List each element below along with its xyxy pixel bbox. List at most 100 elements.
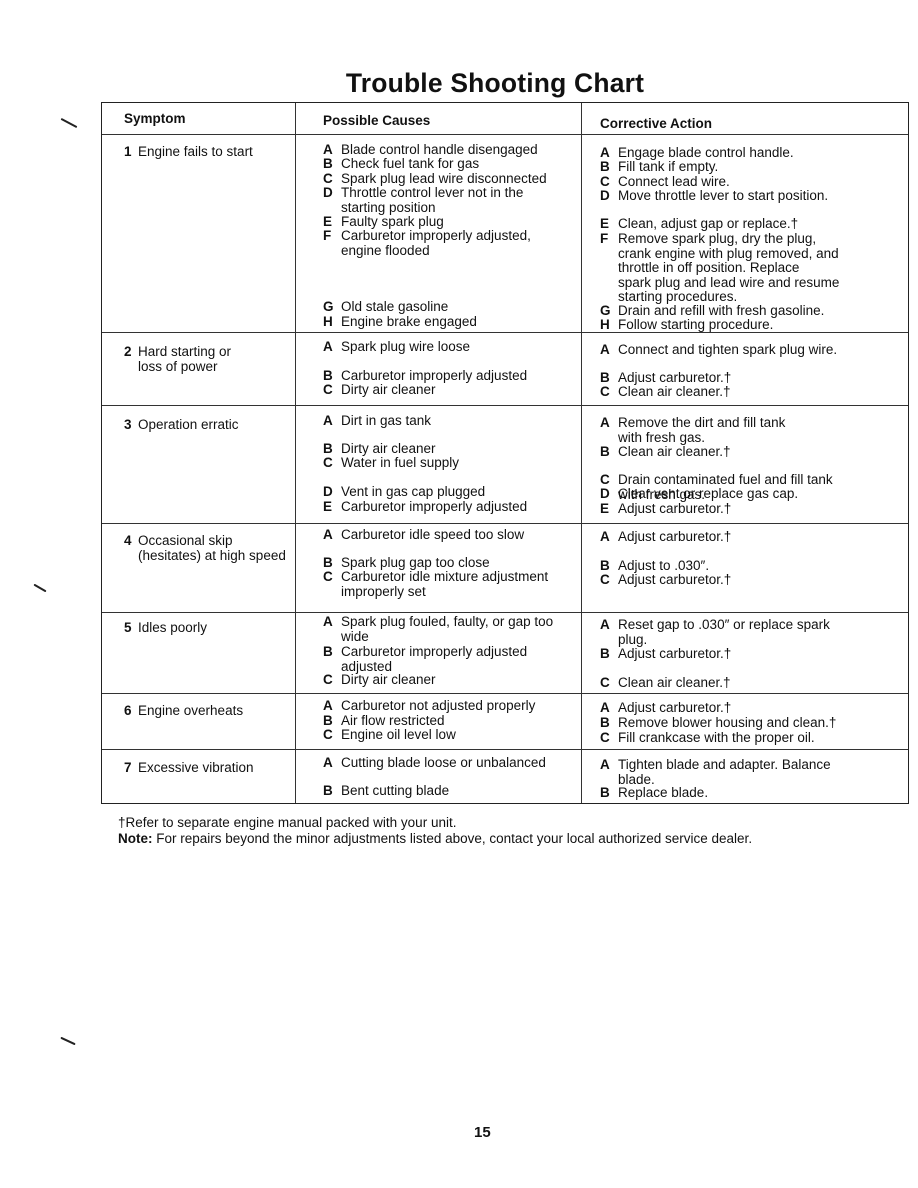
symptom-text: loss of power	[138, 359, 218, 374]
action-item: C Clean air cleaner.†	[600, 384, 731, 400]
item-letter: H	[323, 314, 333, 329]
symptom-cell: 1 Engine fails to start	[102, 135, 296, 332]
margin-mark	[60, 1036, 76, 1046]
trouble-shooting-table: Symptom Possible Causes Corrective Actio…	[101, 102, 909, 804]
item-letter: B	[323, 783, 333, 798]
item-text: Carburetor idle speed too slow	[341, 527, 525, 542]
symptom-cell: 2 Hard starting or loss of power	[102, 333, 296, 405]
item-text: Cutting blade loose or unbalanced	[341, 755, 546, 770]
item-letter: D	[600, 486, 610, 501]
item-text: Water in fuel supply	[341, 455, 460, 470]
cause-item: C Dirty air cleaner	[323, 382, 436, 398]
causes-cell: A Carburetor not adjusted properly B Air fl…	[296, 694, 582, 749]
table-row: 4 Occasional skip (hesitates) at high spee…	[102, 523, 908, 612]
symptom: 4 Occasional skip (hesitates) at high spee…	[124, 533, 286, 563]
item-letter: B	[323, 644, 333, 659]
action-item: A Adjust carburetor.†	[600, 529, 731, 545]
item-letter: E	[600, 501, 610, 516]
symptom-cell: 5 Idles poorly	[102, 613, 296, 693]
header-symptom: Symptom	[124, 111, 186, 126]
item-letter: A	[600, 342, 610, 357]
item-letter: B	[323, 156, 333, 171]
action-item: B Remove blower housing and clean.†	[600, 715, 837, 731]
actions-cell: A Remove the dirt and fill tank with fres…	[582, 406, 908, 523]
actions-cell: A Reset gap to .030″ or replace spark plu…	[582, 613, 908, 693]
item-letter: A	[600, 757, 610, 772]
margin-mark	[60, 117, 78, 129]
item-text: Carburetor improperly adjusted, engine f…	[341, 228, 531, 258]
symptom: 5 Idles poorly	[124, 620, 207, 635]
item-letter: C	[323, 569, 333, 584]
actions-cell: A Adjust carburetor.† B Remove blower housi…	[582, 694, 908, 749]
symptom-text: Operation erratic	[138, 417, 239, 432]
actions-cell: A Tighten blade and adapter. Balance blad…	[582, 750, 908, 803]
item-text: Dirty air cleaner	[341, 382, 436, 397]
cause-item: A Carburetor idle speed too slow	[323, 527, 525, 543]
table-row: 5 Idles poorly A Spark plug fouled, faulty,…	[102, 612, 908, 693]
header-corrective-action: Corrective Action	[600, 116, 713, 131]
action-item: C Clean air cleaner.†	[600, 675, 731, 691]
symptom-text: Hard starting or	[138, 344, 232, 359]
item-text: Carburetor improperly adjusted adjusted	[341, 644, 528, 674]
action-item: D Move throttle lever to start position.	[600, 188, 828, 204]
margin-mark	[33, 583, 47, 593]
action-item: D Clear vent or replace gas cap.	[600, 486, 798, 502]
cause-item: A Cutting blade loose or unbalanced	[323, 755, 546, 771]
symptom-number: 5	[124, 620, 132, 635]
symptom-number: 1	[124, 144, 132, 159]
note-label: Note:	[118, 831, 153, 846]
item-letter: C	[600, 730, 610, 745]
symptom-cell: 4 Occasional skip (hesitates) at high spee…	[102, 524, 296, 612]
item-letter: D	[323, 484, 333, 499]
action-item: B Adjust carburetor.†	[600, 646, 731, 662]
item-letter: A	[323, 755, 333, 770]
cause-item: E Carburetor improperly adjusted	[323, 499, 527, 515]
item-text: Fill crankcase with the proper oil.	[618, 730, 815, 745]
item-letter: A	[323, 698, 333, 713]
cause-item: B Carburetor improperly adjusted adjusted	[323, 644, 528, 674]
symptom: 3 Operation erratic	[124, 417, 239, 432]
item-letter: B	[600, 646, 610, 661]
dagger-footnote: †Refer to separate engine manual packed …	[118, 815, 457, 830]
cause-item: D Vent in gas cap plugged	[323, 484, 486, 500]
causes-cell: A Carburetor idle speed too slow B Spark pl…	[296, 524, 582, 612]
item-text: Old stale gasoline	[341, 299, 449, 314]
item-text: Remove blower housing and clean.†	[618, 715, 837, 730]
causes-cell: A Dirt in gas tank B Dirty air cleaner C Wate…	[296, 406, 582, 523]
item-letter: A	[323, 614, 333, 629]
page-number: 15	[474, 1124, 491, 1141]
causes-cell: A Cutting blade loose or unbalanced B Bent …	[296, 750, 582, 803]
causes-cell: A Blade control handle disengaged B Check f…	[296, 135, 582, 332]
action-item: A Remove the dirt and fill tank with fres…	[600, 415, 785, 445]
item-text: Vent in gas cap plugged	[341, 484, 486, 499]
item-letter: F	[600, 231, 609, 246]
causes-cell: A Spark plug fouled, faulty, or gap too w…	[296, 613, 582, 693]
symptom-cell: 3 Operation erratic	[102, 406, 296, 523]
item-letter: C	[323, 727, 333, 742]
symptom-number: 4	[124, 533, 132, 548]
action-item: A Connect and tighten spark plug wire.	[600, 342, 837, 358]
cause-item: C Engine oil level low	[323, 727, 456, 743]
item-text: Spark plug fouled, faulty, or gap too wi…	[341, 614, 554, 644]
item-letter: A	[323, 527, 333, 542]
header-cell-causes: Possible Causes	[296, 103, 582, 134]
item-text: Clean air cleaner.†	[618, 675, 731, 690]
cause-item: B Check fuel tank for gas	[323, 156, 479, 172]
item-letter: C	[600, 675, 610, 690]
action-item: H Follow starting procedure.	[600, 317, 774, 333]
action-item: E Adjust carburetor.†	[600, 501, 731, 517]
item-text: Reset gap to .030″ or replace spark plug…	[618, 617, 830, 647]
actions-cell: A Connect and tighten spark plug wire. B Ad…	[582, 333, 908, 405]
symptom: 7 Excessive vibration	[124, 760, 254, 775]
note-text: For repairs beyond the minor adjustments…	[152, 831, 753, 846]
symptom: 1 Engine fails to start	[124, 144, 253, 159]
item-letter: C	[323, 672, 333, 687]
item-text: Dirt in gas tank	[341, 413, 432, 428]
action-item: B Fill tank if empty.	[600, 159, 718, 175]
cause-item: H Engine brake engaged	[323, 314, 477, 330]
table-row: 7 Excessive vibration A Cutting blade loose…	[102, 749, 908, 803]
symptom-text: (hesitates) at high speed	[138, 548, 286, 563]
item-text: Follow starting procedure.	[618, 317, 774, 332]
action-item: B Clean air cleaner.†	[600, 444, 731, 460]
action-item: A Reset gap to .030″ or replace spark plu…	[600, 617, 830, 647]
